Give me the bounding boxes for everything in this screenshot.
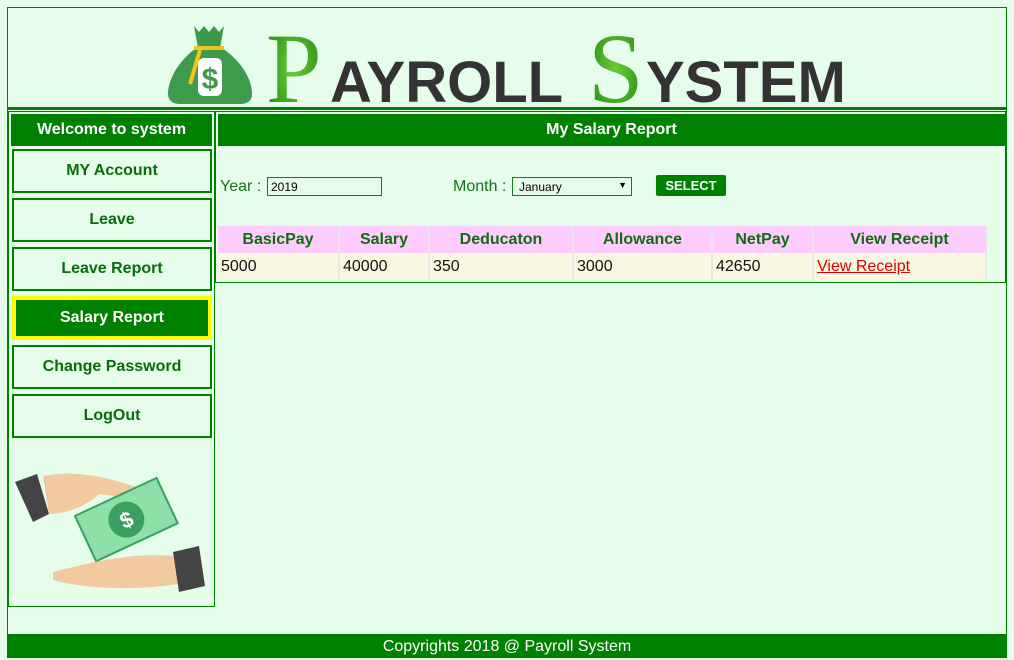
- money-hands-illustration: $: [15, 473, 205, 592]
- year-label: Year :: [220, 178, 262, 195]
- col-basicpay: BasicPay: [218, 226, 340, 253]
- chevron-down-icon: ▼: [618, 180, 627, 190]
- sidebar-item-salary-report[interactable]: Salary Report: [12, 296, 212, 340]
- sidebar-item-logout[interactable]: LogOut: [12, 394, 212, 438]
- svg-text:YSTEM: YSTEM: [646, 50, 846, 106]
- month-value: January: [519, 180, 562, 194]
- page-title: My Salary Report: [218, 114, 1005, 146]
- sidebar-title: Welcome to system: [11, 114, 212, 146]
- money-bag-icon: $: [168, 26, 252, 104]
- sidebar-item-leave-report[interactable]: Leave Report: [12, 247, 212, 291]
- sidebar-item-change-password[interactable]: Change Password: [12, 345, 212, 389]
- footer: Copyrights 2018 @ Payroll System: [7, 634, 1007, 658]
- sidebar-item-leave[interactable]: Leave: [12, 198, 212, 242]
- month-label: Month :: [453, 178, 507, 195]
- col-salary: Salary: [339, 226, 430, 253]
- table-row: 5000 40000 350 3000 42650 View Receipt: [218, 253, 987, 280]
- cell-netpay: 42650: [712, 253, 814, 280]
- salary-table: BasicPay Salary Deducaton Allowance NetP…: [218, 226, 987, 280]
- payroll-system-logo: $ P AYROLL S YSTEM: [168, 14, 846, 106]
- salary-report-panel: My Salary Report Year : Month : January ▼…: [215, 111, 1006, 283]
- cell-deduction: 350: [429, 253, 574, 280]
- svg-text:P: P: [266, 14, 322, 106]
- svg-text:S: S: [588, 14, 644, 106]
- col-deduction: Deducaton: [429, 226, 574, 253]
- view-receipt-link[interactable]: View Receipt: [817, 258, 910, 275]
- cell-allowance: 3000: [573, 253, 713, 280]
- select-button[interactable]: SELECT: [656, 175, 726, 196]
- cell-view-receipt: View Receipt: [813, 253, 987, 280]
- page-frame: $ P AYROLL S YSTEM Welcome to system MY …: [7, 7, 1007, 635]
- cell-basicpay: 5000: [218, 253, 340, 280]
- col-allowance: Allowance: [573, 226, 713, 253]
- col-netpay: NetPay: [712, 226, 814, 253]
- svg-text:$: $: [202, 63, 219, 96]
- col-view-receipt: View Receipt: [813, 226, 987, 253]
- cell-salary: 40000: [339, 253, 430, 280]
- sidebar: Welcome to system MY Account Leave Leave…: [8, 111, 215, 607]
- table-header-row: BasicPay Salary Deducaton Allowance NetP…: [218, 226, 987, 253]
- month-select[interactable]: January ▼: [512, 177, 632, 196]
- header: $ P AYROLL S YSTEM: [8, 8, 1006, 110]
- sidebar-item-my-account[interactable]: MY Account: [12, 149, 212, 193]
- svg-text:AYROLL: AYROLL: [330, 50, 563, 106]
- year-input[interactable]: [267, 177, 382, 196]
